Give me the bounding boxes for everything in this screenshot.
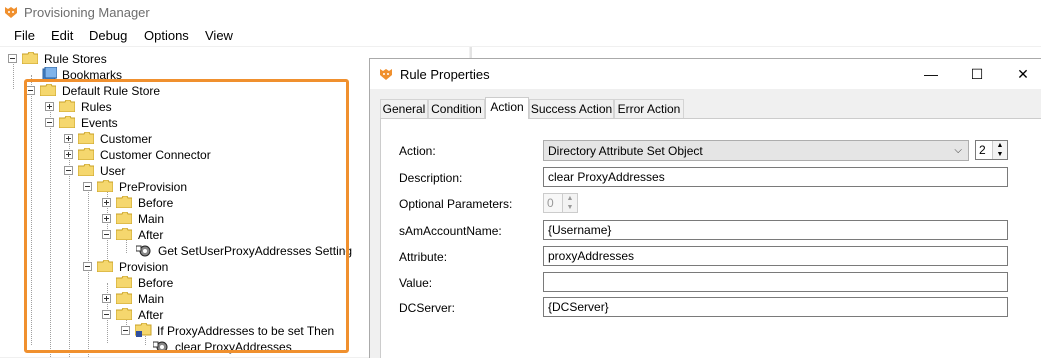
chevron-down-icon: ⌵ <box>954 145 962 156</box>
tab-general[interactable]: General <box>380 99 428 118</box>
dialog-title-bar: Rule Properties — ☐ ✕ <box>370 59 1041 89</box>
menu-file[interactable]: File <box>14 28 35 43</box>
attribute-field[interactable]: proxyAddresses <box>543 246 1008 266</box>
tab-success-action[interactable]: Success Action <box>529 99 614 118</box>
tab-action[interactable]: Action <box>485 97 529 119</box>
menu-options[interactable]: Options <box>144 28 189 43</box>
menu-debug[interactable]: Debug <box>89 28 127 43</box>
dcserver-label: DCServer: <box>399 301 456 315</box>
menu-view[interactable]: View <box>205 28 233 43</box>
optional-parameters-label: Optional Parameters: <box>399 197 513 211</box>
description-field[interactable]: clear ProxyAddresses <box>543 167 1008 187</box>
tab-error-action[interactable]: Error Action <box>614 99 684 118</box>
samaccountname-label: sAmAccountName: <box>399 224 502 238</box>
spin-arrows-icon: ▲ ▼ <box>562 194 577 212</box>
highlight-frame <box>24 79 349 353</box>
value-field[interactable] <box>543 272 1008 292</box>
tab-condition[interactable]: Condition <box>428 99 485 118</box>
window-title: Provisioning Manager <box>24 5 150 20</box>
attribute-label: Attribute: <box>399 250 448 264</box>
menu-bar: File Edit Debug Options View <box>0 25 1041 46</box>
optional-parameters-stepper: 0 ▲ ▼ <box>543 193 578 213</box>
close-button[interactable]: ✕ <box>1000 59 1041 89</box>
action-count-value: 2 <box>979 143 986 157</box>
menu-edit[interactable]: Edit <box>51 28 73 43</box>
dialog-title: Rule Properties <box>400 67 490 82</box>
folder-icon <box>22 52 38 64</box>
maximize-button[interactable]: ☐ <box>954 59 1000 89</box>
tree-node-label: Rule Stores <box>44 52 107 66</box>
minimize-button[interactable]: — <box>908 59 954 89</box>
app-logo-icon <box>5 7 17 18</box>
rule-properties-dialog: Rule Properties — ☐ ✕ General Condition … <box>369 58 1041 358</box>
collapse-icon[interactable] <box>8 54 17 63</box>
action-count-stepper[interactable]: 2 ▲ ▼ <box>975 140 1008 160</box>
title-bar: Provisioning Manager <box>0 0 1041 25</box>
value-label: Value: <box>399 276 433 290</box>
app-logo-icon <box>380 69 392 80</box>
spin-arrows-icon[interactable]: ▲ ▼ <box>992 141 1007 159</box>
samaccountname-field[interactable]: {Username} <box>543 220 1008 240</box>
action-tab-panel: Action: Directory Attribute Set Object ⌵… <box>380 118 1041 358</box>
tree-node-rule-stores[interactable]: Rule Stores <box>8 51 208 67</box>
action-label: Action: <box>399 144 436 158</box>
description-label: Description: <box>399 171 463 185</box>
dcserver-field[interactable]: {DCServer} <box>543 297 1008 317</box>
optional-parameters-value: 0 <box>547 196 554 210</box>
action-select[interactable]: Directory Attribute Set Object ⌵ <box>543 140 969 161</box>
action-select-value: Directory Attribute Set Object <box>548 144 703 158</box>
